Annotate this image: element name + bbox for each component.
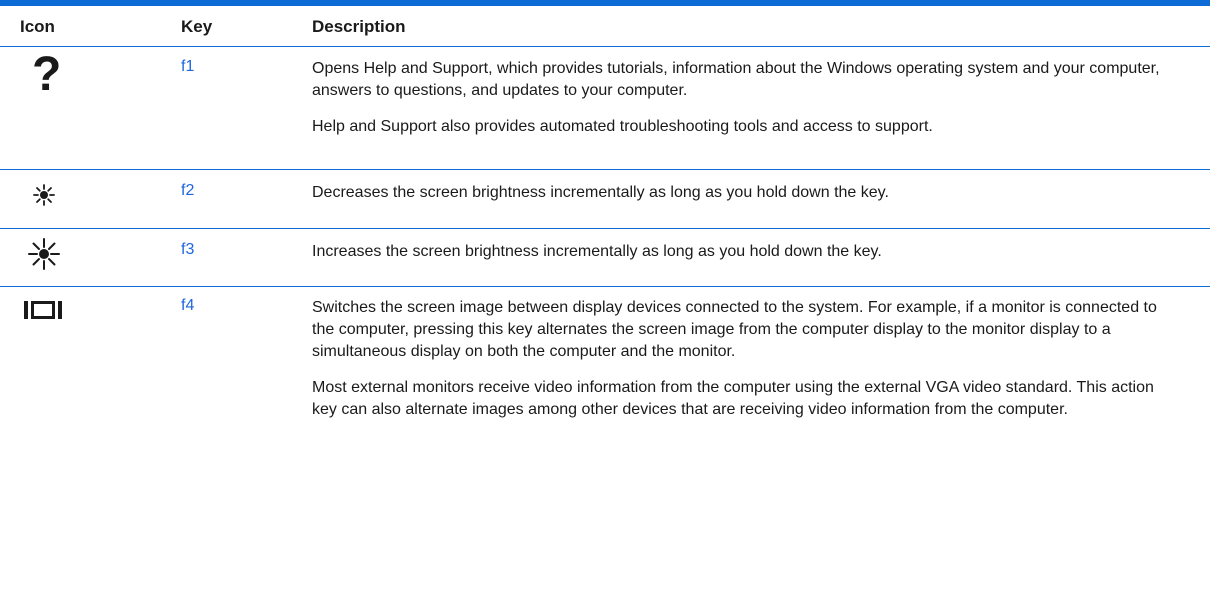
description-cell: Decreases the screen brightness incremen… xyxy=(312,182,1182,218)
key-f2[interactable]: f2 xyxy=(181,182,194,200)
brightness-up-icon xyxy=(28,238,60,270)
table-row-f1: ? f1 Opens Help and Support, which provi… xyxy=(0,47,1210,170)
description-paragraph: Switches the screen image between displa… xyxy=(312,299,1157,360)
table-header-row: Icon Key Description xyxy=(0,6,1210,47)
help-question-mark-icon: ? xyxy=(32,48,62,101)
description-cell: Increases the screen brightness incremen… xyxy=(312,241,1182,277)
description-paragraph: Help and Support also provides automated… xyxy=(312,118,933,135)
description-cell: Switches the screen image between displa… xyxy=(312,297,1182,435)
key-f1[interactable]: f1 xyxy=(181,58,194,76)
action-keys-table: Icon Key Description ? f1 Opens Help and… xyxy=(0,0,1210,587)
description-paragraph: Opens Help and Support, which provides t… xyxy=(312,60,1160,99)
header-description: Description xyxy=(312,17,406,36)
header-icon: Icon xyxy=(20,17,55,36)
switch-display-icon xyxy=(24,301,62,319)
table-row-f4: f4 Switches the screen image between dis… xyxy=(0,287,1210,587)
brightness-down-icon xyxy=(33,184,55,206)
description-paragraph: Increases the screen brightness incremen… xyxy=(312,243,882,260)
description-paragraph: Decreases the screen brightness incremen… xyxy=(312,184,889,201)
key-f3[interactable]: f3 xyxy=(181,241,194,259)
key-f4[interactable]: f4 xyxy=(181,297,194,315)
description-paragraph: Most external monitors receive video inf… xyxy=(312,379,1154,418)
header-key: Key xyxy=(181,17,213,36)
table-row-f3: f3 Increases the screen brightness incre… xyxy=(0,229,1210,287)
description-cell: Opens Help and Support, which provides t… xyxy=(312,58,1182,152)
table-row-f2: f2 Decreases the screen brightness incre… xyxy=(0,170,1210,229)
